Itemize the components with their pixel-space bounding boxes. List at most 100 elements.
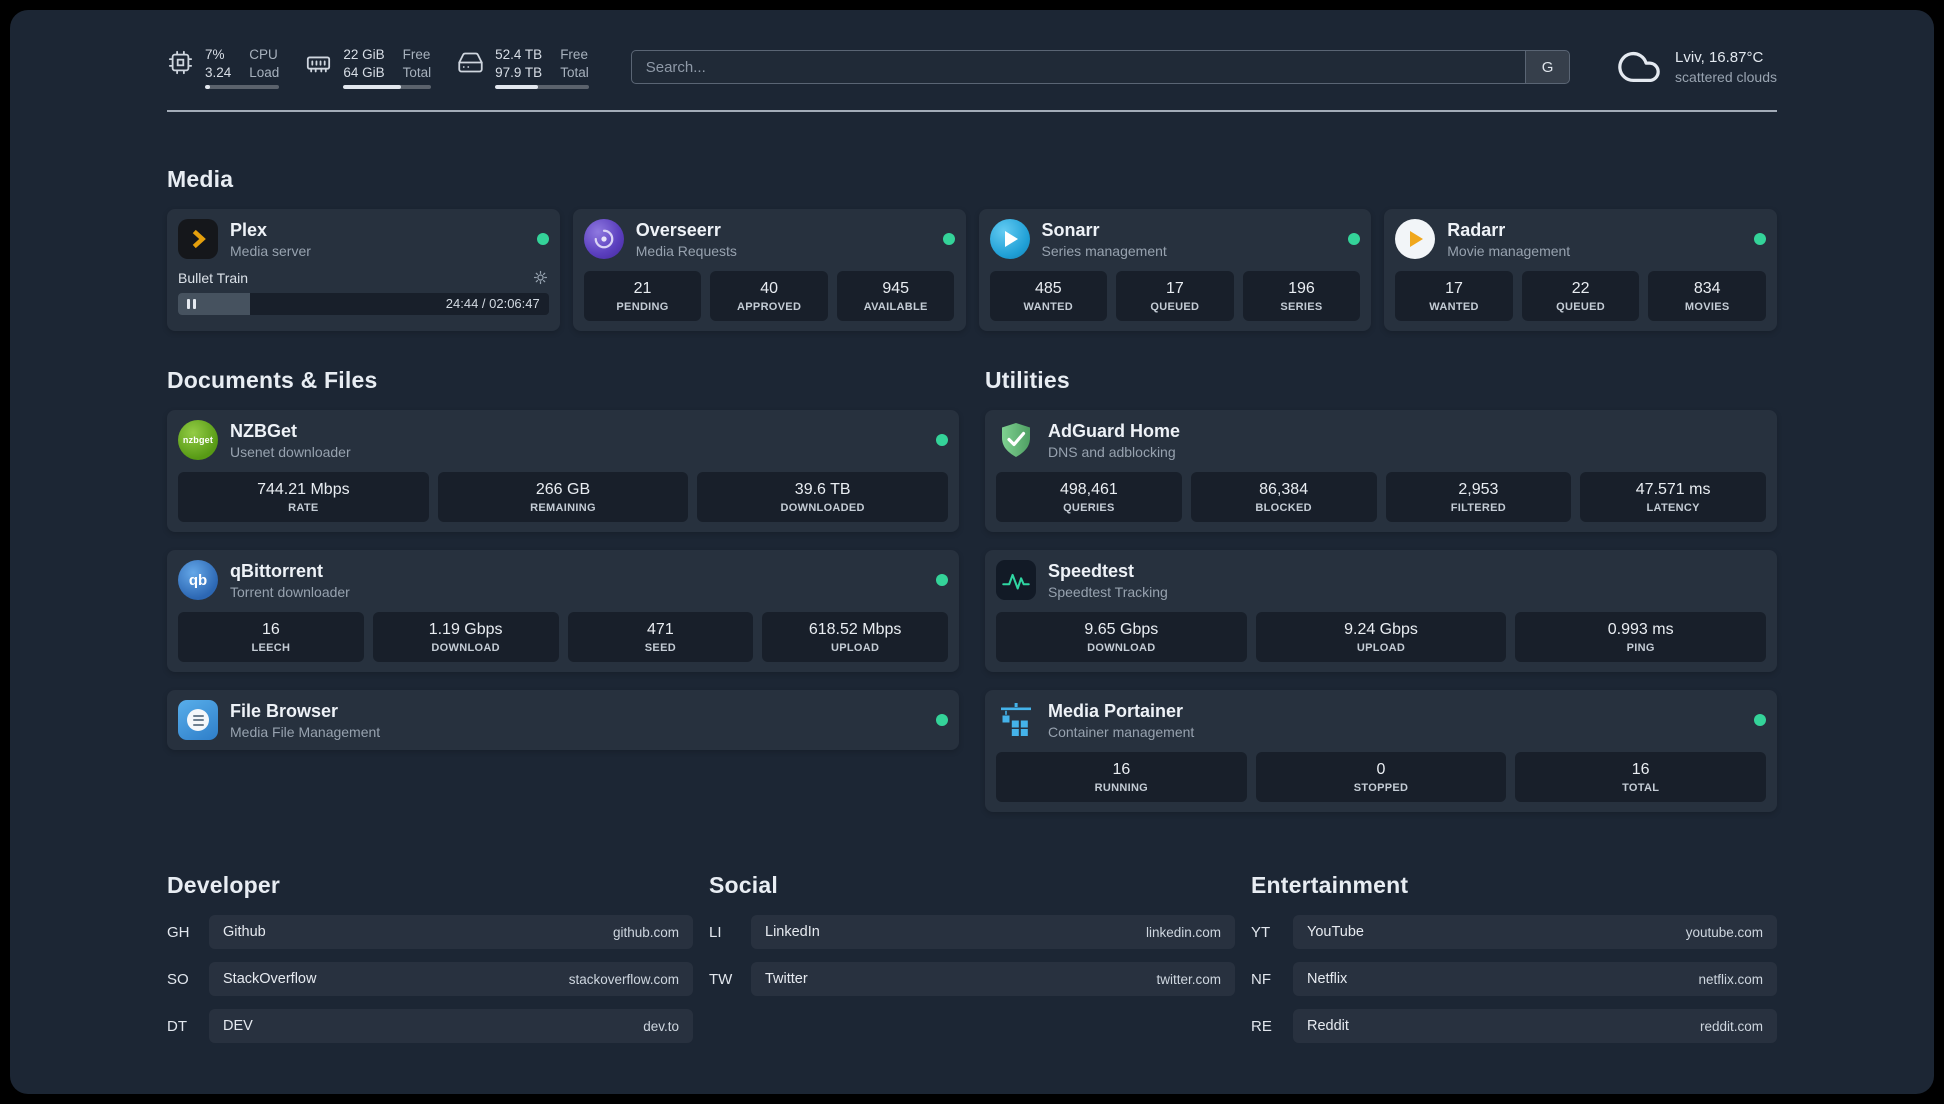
social-bookmarks-section: Social LI LinkedIn linkedin.com TW Twitt… bbox=[709, 872, 1235, 1009]
stat-upload: 618.52 Mbps UPLOAD bbox=[762, 612, 948, 662]
qbittorrent-service-link[interactable]: qb qBittorrent Torrent downloader bbox=[178, 560, 948, 600]
stat-stopped: 0 STOPPED bbox=[1255, 752, 1507, 802]
sonarr-service-link[interactable]: Sonarr Series management bbox=[989, 219, 1361, 259]
adguard-stats: 498,461 QUERIES 86,384 BLOCKED 2,953 FIL… bbox=[996, 472, 1766, 522]
service-desc: Media server bbox=[230, 243, 311, 259]
bookmark-row: NF Netflix netflix.com bbox=[1251, 962, 1777, 996]
bookmark-url: twitter.com bbox=[1156, 971, 1221, 987]
bookmark-url: dev.to bbox=[643, 1018, 679, 1034]
pause-icon bbox=[187, 299, 196, 309]
service-name: NZBGet bbox=[230, 421, 297, 441]
status-dot bbox=[936, 714, 948, 726]
speedtest-service-link[interactable]: Speedtest Speedtest Tracking bbox=[996, 560, 1766, 600]
overseerr-service-link[interactable]: Overseerr Media Requests bbox=[583, 219, 955, 259]
plex-service-link[interactable]: Plex Media server bbox=[178, 219, 549, 259]
dashboard: 7% CPU 3.24 Load 22 GiB Free 64 GiB Tota… bbox=[10, 10, 1934, 1094]
bookmark-link-reddit[interactable]: Reddit reddit.com bbox=[1293, 1009, 1777, 1043]
adguard-service-link[interactable]: AdGuard Home DNS and adblocking bbox=[996, 420, 1766, 460]
radarr-service-link[interactable]: Radarr Movie management bbox=[1395, 219, 1766, 259]
bookmark-url: youtube.com bbox=[1685, 924, 1763, 940]
topbar: 7% CPU 3.24 Load 22 GiB Free 64 GiB Tota… bbox=[167, 10, 1777, 112]
qbittorrent-icon-text: qb bbox=[188, 571, 208, 589]
service-desc: Container management bbox=[1048, 724, 1195, 740]
bookmark-abbr: TW bbox=[709, 970, 733, 988]
memory-total-label: Total bbox=[402, 64, 432, 80]
bookmark-link-github[interactable]: Github github.com bbox=[209, 915, 693, 949]
bookmark-link-youtube[interactable]: YouTube youtube.com bbox=[1293, 915, 1777, 949]
documents-section-title: Documents & Files bbox=[167, 367, 378, 393]
service-name: qBittorrent bbox=[230, 561, 323, 581]
bookmark-row: YT YouTube youtube.com bbox=[1251, 915, 1777, 949]
overseerr-text: Overseerr Media Requests bbox=[636, 219, 931, 259]
search-provider-button[interactable]: G bbox=[1525, 51, 1570, 83]
service-name: Media Portainer bbox=[1048, 701, 1184, 721]
stat-running: 16 RUNNING bbox=[996, 752, 1247, 802]
stat-download: 1.19 Gbps DOWNLOAD bbox=[372, 612, 559, 662]
stat-wanted: 17 WANTED bbox=[1395, 271, 1513, 321]
bookmark-row: TW Twitter twitter.com bbox=[709, 962, 1235, 996]
bookmark-link-linkedin[interactable]: LinkedIn linkedin.com bbox=[751, 915, 1235, 949]
adguard-text: AdGuard Home DNS and adblocking bbox=[1048, 420, 1766, 460]
cpu-load-label: Load bbox=[249, 64, 280, 80]
portainer-service-link[interactable]: Media Portainer Container management bbox=[996, 700, 1766, 740]
bookmark-link-netflix[interactable]: Netflix netflix.com bbox=[1293, 962, 1777, 996]
cpu-icon bbox=[168, 50, 193, 74]
stat-queued: 17 QUEUED bbox=[1116, 271, 1234, 321]
bookmark-row: DT DEV dev.to bbox=[167, 1009, 693, 1043]
bookmark-name: Twitter bbox=[765, 971, 808, 987]
cloud-icon bbox=[1618, 51, 1660, 83]
stat-ping: 0.993 ms PING bbox=[1515, 612, 1767, 662]
nzbget-service-link[interactable]: nzbget NZBGet Usenet downloader bbox=[178, 420, 948, 460]
disk-icon bbox=[458, 52, 483, 72]
bookmark-url: reddit.com bbox=[1699, 1018, 1763, 1034]
utilities-section: Utilities AdGuard Home DNS and adblockin… bbox=[985, 367, 1777, 812]
service-name: Overseerr bbox=[635, 220, 721, 240]
plex-now-playing-widget: Bullet Train 24:44 / 02:06:47 bbox=[178, 269, 549, 315]
now-playing-title: Bullet Train bbox=[178, 269, 249, 286]
status-dot bbox=[1348, 233, 1361, 245]
utilities-section-title: Utilities bbox=[985, 367, 1070, 393]
social-section-title: Social bbox=[709, 872, 778, 898]
weather-widget: Lviv, 16.87°C scattered clouds bbox=[1616, 44, 1777, 90]
bookmark-link-stackoverflow[interactable]: StackOverflow stackoverflow.com bbox=[209, 962, 693, 996]
status-dot bbox=[942, 233, 955, 245]
playback-time: 24:44 / 02:06:47 bbox=[445, 296, 540, 311]
qbittorrent-stats: 16 LEECH 1.19 Gbps DOWNLOAD 471 SEED 618… bbox=[178, 612, 948, 662]
plex-card: Plex Media server Bullet Train 24:44 / 0… bbox=[167, 209, 560, 331]
filebrowser-service-link[interactable]: File Browser Media File Management bbox=[178, 700, 948, 740]
bookmark-name: LinkedIn bbox=[765, 924, 820, 940]
plex-text: Plex Media server bbox=[230, 219, 525, 259]
bookmark-link-twitter[interactable]: Twitter twitter.com bbox=[751, 962, 1235, 996]
service-desc: Media File Management bbox=[230, 724, 381, 740]
media-section-title: Media bbox=[167, 166, 234, 192]
stat-leech: 16 LEECH bbox=[178, 612, 364, 662]
gear-icon[interactable] bbox=[532, 269, 549, 286]
search-input[interactable] bbox=[631, 51, 1526, 83]
weather-text: Lviv, 16.87°C scattered clouds bbox=[1675, 49, 1777, 85]
weather-condition: scattered clouds bbox=[1675, 69, 1777, 85]
stat-downloaded: 39.6 TB DOWNLOADED bbox=[697, 472, 949, 522]
radarr-stats: 17 WANTED 22 QUEUED 834 MOVIES bbox=[1395, 271, 1766, 321]
cpu-widget-body: 7% CPU 3.24 Load bbox=[205, 46, 280, 89]
filebrowser-text: File Browser Media File Management bbox=[230, 700, 924, 740]
bookmark-abbr: RE bbox=[1251, 1017, 1272, 1035]
sonarr-card: Sonarr Series management 485 WANTED 17 Q… bbox=[978, 209, 1372, 331]
sonarr-stats: 485 WANTED 17 QUEUED 196 SERIES bbox=[989, 271, 1361, 321]
service-name: Radarr bbox=[1447, 220, 1506, 240]
bookmark-link-dev[interactable]: DEV dev.to bbox=[209, 1009, 693, 1043]
nzbget-icon-text: nzbget bbox=[182, 435, 214, 445]
documents-section: Documents & Files nzbget NZBGet Usenet d… bbox=[167, 367, 959, 750]
filebrowser-icon bbox=[178, 700, 218, 740]
weather-location: Lviv, 16.87°C bbox=[1675, 49, 1764, 66]
portainer-card: Media Portainer Container management 16 … bbox=[985, 690, 1777, 812]
cpu-usage-label: CPU bbox=[249, 46, 278, 62]
developer-bookmarks-section: Developer GH Github github.com SO StackO… bbox=[167, 872, 693, 1056]
overseerr-icon bbox=[583, 219, 624, 259]
adguard-icon bbox=[996, 420, 1036, 460]
speedtest-stats: 9.65 Gbps DOWNLOAD 9.24 Gbps UPLOAD 0.99… bbox=[996, 612, 1767, 662]
memory-icon bbox=[307, 56, 331, 72]
bookmark-abbr: SO bbox=[167, 970, 189, 988]
qbittorrent-text: qBittorrent Torrent downloader bbox=[230, 560, 924, 600]
stat-queued: 22 QUEUED bbox=[1521, 271, 1640, 321]
bookmark-name: StackOverflow bbox=[223, 971, 317, 987]
